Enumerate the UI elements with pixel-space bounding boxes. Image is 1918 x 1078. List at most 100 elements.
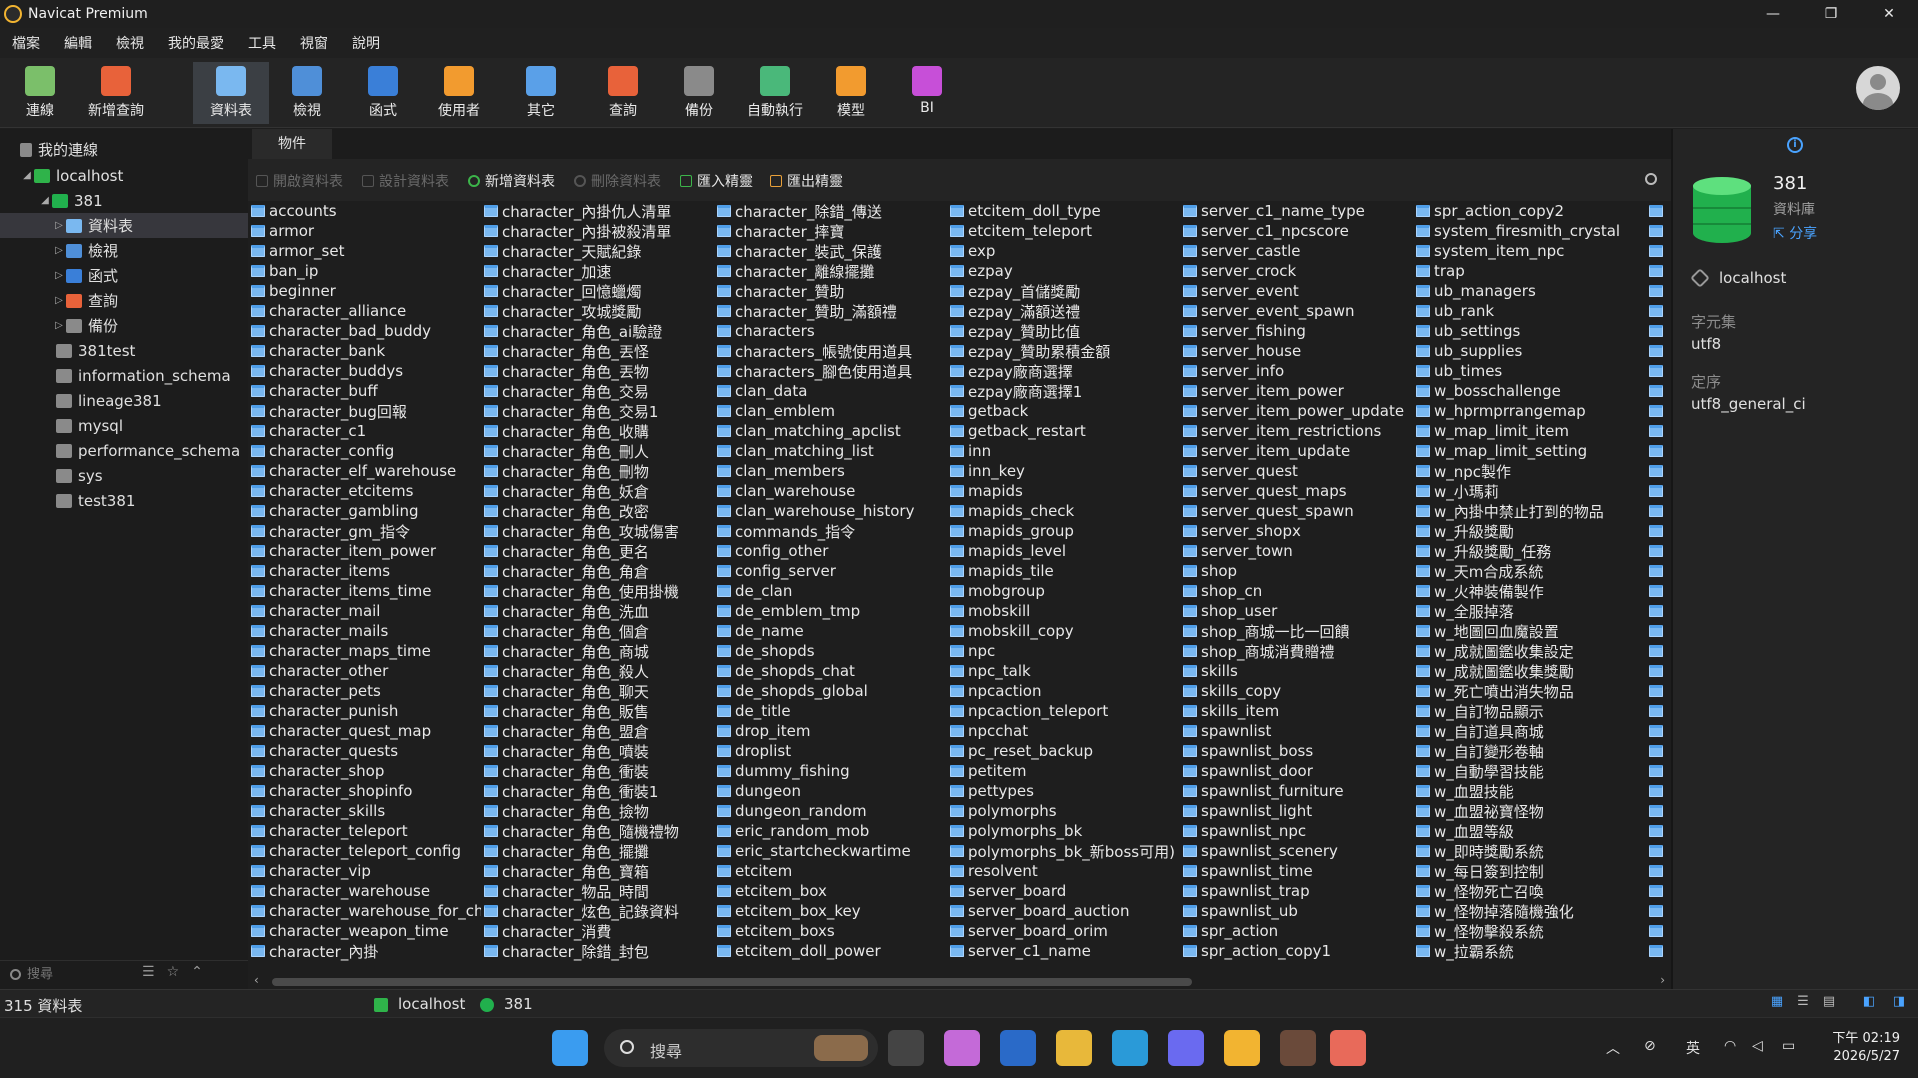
ime-indicator[interactable]: 英 [1686, 1038, 1700, 1058]
table-item[interactable]: server_item_power [1183, 381, 1413, 401]
table-item[interactable]: w_hprmprrangemap [1416, 401, 1646, 421]
table-item[interactable]: clan_warehouse [717, 481, 947, 501]
table-item[interactable]: character_裝武_保護 [717, 241, 947, 261]
table-item[interactable]: character_gambling [251, 501, 481, 521]
scroll-left-icon[interactable]: ‹ [254, 973, 259, 987]
table-item[interactable]: beginner [251, 281, 481, 301]
table-item[interactable]: character_角色_聊天 [484, 681, 714, 701]
table-item[interactable]: skills_item [1183, 701, 1413, 721]
menu-favorites[interactable]: 我的最愛 [156, 33, 236, 53]
table-item[interactable]: spawnlist_trap [1183, 881, 1413, 901]
table-item[interactable]: character_teleport [251, 821, 481, 841]
table-item[interactable]: character_shop [251, 761, 481, 781]
table-item[interactable]: ub_supplies [1416, 341, 1646, 361]
table-item[interactable] [1649, 201, 1671, 221]
expand-icon[interactable]: ▷ [52, 270, 66, 281]
store-icon[interactable] [1000, 1030, 1036, 1066]
tree-db-test381[interactable]: test381 [0, 488, 248, 513]
table-item[interactable]: character_贊助_滿額禮 [717, 301, 947, 321]
table-item[interactable]: dungeon [717, 781, 947, 801]
toggle-info-panel-icon[interactable]: ◨ [1890, 994, 1908, 1012]
table-item[interactable] [1649, 481, 1671, 501]
table-item[interactable]: w_血盟祕寶怪物 [1416, 801, 1646, 821]
table-item[interactable] [1649, 221, 1671, 241]
table-item[interactable]: w_全服掉落 [1416, 601, 1646, 621]
table-item[interactable]: server_shopx [1183, 521, 1413, 541]
table-item[interactable]: shop_商城消費贈禮 [1183, 641, 1413, 661]
table-item[interactable]: resolvent [950, 861, 1180, 881]
table-item[interactable]: shop_user [1183, 601, 1413, 621]
table-item[interactable]: character_角色_丟物 [484, 361, 714, 381]
table-item[interactable]: character_角色_攻城傷害 [484, 521, 714, 541]
table-item[interactable]: w_拉霸系統 [1416, 941, 1646, 961]
table-item[interactable]: w_升級獎勵 [1416, 521, 1646, 541]
table-item[interactable]: character_角色_丟怪 [484, 341, 714, 361]
table-item[interactable]: getback_restart [950, 421, 1180, 441]
table-item[interactable]: armor_set [251, 241, 481, 261]
table-item[interactable]: character_內掛被殺清單 [484, 221, 714, 241]
table-item[interactable]: character_攻城獎勵 [484, 301, 714, 321]
table-item[interactable]: clan_matching_list [717, 441, 947, 461]
table-item[interactable]: character_角色_隨機禮物 [484, 821, 714, 841]
design-table-button[interactable]: 設計資料表 [362, 171, 449, 191]
user-avatar[interactable] [1856, 66, 1900, 110]
table-item[interactable]: spawnlist [1183, 721, 1413, 741]
table-item[interactable]: server_quest_maps [1183, 481, 1413, 501]
views-button[interactable]: 檢視 [269, 62, 345, 124]
navicat-taskbar-icon[interactable] [1224, 1030, 1260, 1066]
table-item[interactable]: server_item_power_update [1183, 401, 1413, 421]
table-item[interactable]: character_c1 [251, 421, 481, 441]
table-item[interactable]: w_怪物擊殺系統 [1416, 921, 1646, 941]
table-item[interactable] [1649, 941, 1671, 961]
share-link[interactable]: ⇱ 分享 [1773, 223, 1817, 243]
table-item[interactable]: w_內掛中禁止打到的物品 [1416, 501, 1646, 521]
expand-icon[interactable]: ▷ [52, 220, 66, 231]
table-item[interactable]: eric_startcheckwartime [717, 841, 947, 861]
table-item[interactable]: character_角色_盟倉 [484, 721, 714, 741]
table-item[interactable]: w_bosschallenge [1416, 381, 1646, 401]
table-item[interactable]: mapids_level [950, 541, 1180, 561]
table-item[interactable]: server_fishing [1183, 321, 1413, 341]
close-button[interactable]: ✕ [1860, 0, 1918, 28]
table-item[interactable]: ub_settings [1416, 321, 1646, 341]
table-item[interactable]: mapids_check [950, 501, 1180, 521]
table-item[interactable]: ub_rank [1416, 301, 1646, 321]
table-item[interactable]: w_每日簽到控制 [1416, 861, 1646, 881]
table-item[interactable] [1649, 461, 1671, 481]
table-item[interactable]: server_board_auction [950, 901, 1180, 921]
table-item[interactable]: character_角色_衝裝1 [484, 781, 714, 801]
table-item[interactable]: polymorphs [950, 801, 1180, 821]
taskbar-search[interactable]: 搜尋 [604, 1029, 878, 1067]
grid-view-icon[interactable]: ▦ [1768, 994, 1786, 1012]
table-item[interactable] [1649, 841, 1671, 861]
table-item[interactable]: character_punish [251, 701, 481, 721]
table-item[interactable]: server_castle [1183, 241, 1413, 261]
table-item[interactable]: mobskill [950, 601, 1180, 621]
battery-icon[interactable]: ▭ [1782, 1038, 1795, 1054]
delete-table-button[interactable]: 刪除資料表 [574, 171, 661, 191]
table-item[interactable]: character_bad_buddy [251, 321, 481, 341]
system-clock[interactable]: 下午 02:19 2026/5/27 [1832, 1030, 1900, 1066]
detail-view-icon[interactable]: ▤ [1820, 994, 1838, 1012]
table-item[interactable]: drop_item [717, 721, 947, 741]
table-item[interactable]: de_shopds [717, 641, 947, 661]
table-item[interactable]: character_item_power [251, 541, 481, 561]
table-item[interactable]: w_自動學習技能 [1416, 761, 1646, 781]
table-item[interactable] [1649, 701, 1671, 721]
table-item[interactable]: character_items_time [251, 581, 481, 601]
chat-app-icon[interactable] [1168, 1030, 1204, 1066]
table-item[interactable]: server_board [950, 881, 1180, 901]
table-item[interactable]: character_quests [251, 741, 481, 761]
table-item[interactable]: character_加速 [484, 261, 714, 281]
tree-db-381test[interactable]: 381test [0, 338, 248, 363]
tree-item-queries[interactable]: ▷ 查詢 [0, 288, 248, 313]
scroll-right-icon[interactable]: › [1660, 973, 1665, 987]
table-item[interactable]: character_摔寶 [717, 221, 947, 241]
table-item[interactable]: characters_帳號使用道具 [717, 341, 947, 361]
tree-db-performance-schema[interactable]: performance_schema [0, 438, 248, 463]
table-item[interactable]: character_角色_更名 [484, 541, 714, 561]
table-item[interactable]: de_name [717, 621, 947, 641]
table-item[interactable]: w_成就圖鑑收集獎勵 [1416, 661, 1646, 681]
table-item[interactable]: npcchat [950, 721, 1180, 741]
table-item[interactable]: character_角色_改密 [484, 501, 714, 521]
